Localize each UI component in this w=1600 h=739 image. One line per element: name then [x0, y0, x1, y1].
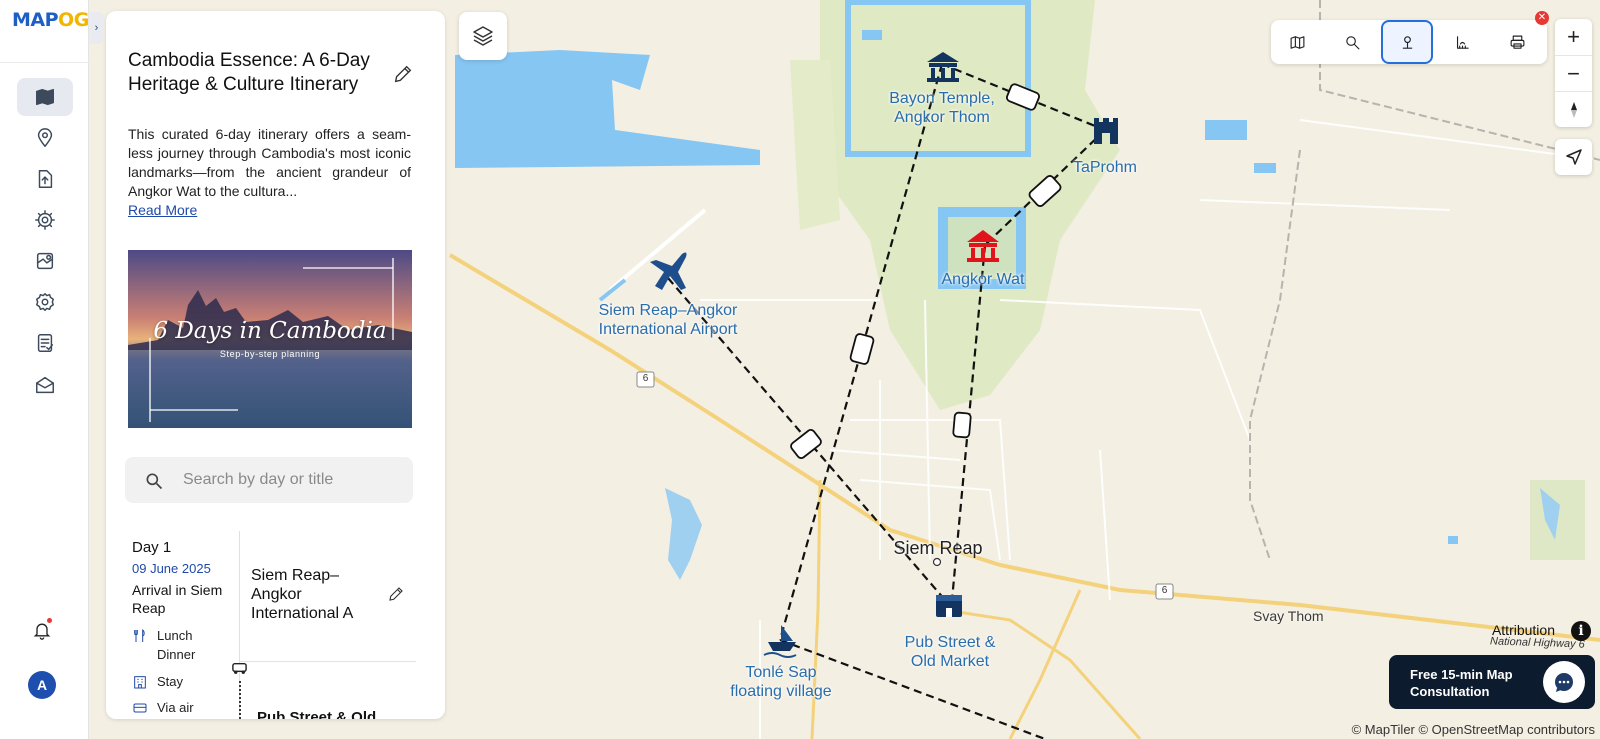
location-pin-icon [37, 128, 53, 147]
day-search-box[interactable] [125, 457, 413, 503]
pubstreet-label: Pub Street & Old Market [904, 634, 996, 670]
rail-location-button[interactable] [17, 119, 73, 157]
mapog-logo[interactable]: MAPOG [12, 9, 89, 31]
stay-label: Stay [157, 674, 184, 689]
cover-image: 6 Days in Cambodia Step-by-step planning [128, 250, 412, 428]
navigation-arrow-icon [1565, 149, 1582, 165]
cover-title: 6 Days in Cambodia [153, 318, 387, 344]
itinerary-description: This curated 6-day itinerary offers a se… [128, 126, 411, 199]
bayon-label: Bayon Temple, Angkor Thom [889, 90, 995, 126]
day-date: 09 June 2025 [132, 561, 211, 576]
cutlery-icon [134, 629, 145, 642]
search-icon [146, 473, 163, 490]
day-arrival: Arrival in Siem Reap [132, 582, 223, 616]
transport-label: Via air [157, 700, 194, 715]
read-more-link[interactable]: Read More [128, 202, 197, 218]
map-icon [36, 88, 54, 106]
meal-lunch: Lunch [157, 628, 193, 643]
marker-tool[interactable] [1381, 20, 1433, 64]
compass-button[interactable] [1555, 91, 1592, 127]
map-view-icon [1290, 35, 1304, 49]
angkorwat-label: Angkor Wat [941, 271, 1025, 288]
pin-icon [1402, 35, 1412, 49]
edit-stop-button[interactable] [387, 585, 405, 603]
stop-title[interactable]: Siem Reap–Angkor International A [251, 566, 371, 623]
airport-label: Siem Reap–Angkor International Airport [598, 302, 738, 338]
report-icon [37, 334, 54, 352]
measure-icon [1456, 35, 1469, 49]
road-shield: 6 [1161, 585, 1168, 596]
print-tool[interactable] [1491, 20, 1543, 64]
attribution-label: Attribution [1491, 622, 1555, 638]
map-toolbar [1271, 20, 1547, 64]
taprohm-label: TaProhm [1072, 159, 1138, 176]
print-icon [1510, 35, 1524, 49]
zoom-out-button[interactable]: − [1555, 55, 1592, 91]
car-icon [952, 411, 972, 439]
info-icon[interactable]: i [1571, 621, 1591, 641]
taprohm-marker-icon [1094, 118, 1118, 144]
pencil-icon [394, 65, 412, 83]
chat-icon [1543, 661, 1585, 703]
compass-icon [1570, 101, 1577, 118]
day-label: Day 1 [132, 539, 172, 556]
zoom-in-button[interactable]: + [1555, 19, 1592, 55]
transport-icon [133, 703, 147, 713]
settings-icon [36, 293, 54, 311]
map-copyright: © MapTiler © OpenStreetMap contributors [1351, 722, 1595, 737]
road-shield: 6 [642, 373, 649, 384]
locate-control [1555, 139, 1592, 175]
day-search-input[interactable] [183, 457, 403, 503]
rail-share-button[interactable] [17, 366, 73, 404]
share-map-icon [36, 376, 54, 394]
panel-collapse-button[interactable]: › [89, 12, 104, 44]
hotel-icon [134, 676, 146, 689]
edit-title-button[interactable] [392, 63, 414, 85]
day-summary[interactable]: Day 1 09 June 2025 Arrival in Siem Reap [132, 539, 242, 617]
notifications-button[interactable] [28, 616, 56, 644]
rail-report-button[interactable] [17, 324, 73, 362]
locate-button[interactable] [1555, 139, 1592, 175]
next-stop-title[interactable]: Pub Street & Old [257, 709, 376, 719]
map-edit-icon [36, 252, 54, 270]
map-view-tool[interactable] [1271, 20, 1323, 64]
stay-row: Stay [132, 672, 183, 691]
itinerary-title: Cambodia Essence: A 6-Day Heritage & Cul… [128, 50, 370, 95]
itinerary-panel: Cambodia Essence: A 6-Day Heritage & Cul… [106, 11, 445, 719]
rail-analysis-button[interactable] [17, 201, 73, 239]
user-avatar[interactable]: A [28, 671, 56, 699]
layers-button[interactable] [459, 12, 507, 60]
measure-tool[interactable] [1436, 20, 1488, 64]
svaythom-label: Svay Thom [1253, 608, 1324, 624]
pubstreet-marker-icon [936, 595, 962, 617]
consultation-button[interactable]: Free 15-min Map Consultation [1389, 655, 1595, 709]
pencil-icon [389, 587, 403, 601]
zoom-controls: + − [1555, 19, 1592, 127]
siemreap-label: Siem Reap [893, 538, 983, 558]
search-tool[interactable] [1326, 20, 1378, 64]
bell-icon [33, 623, 51, 640]
left-rail: MAPOG A [0, 0, 89, 739]
rail-settings-button[interactable] [17, 283, 73, 321]
meals-row: Lunch Dinner [132, 626, 195, 664]
meal-dinner: Dinner [157, 647, 196, 662]
close-toolbar-button[interactable]: ✕ [1535, 11, 1549, 25]
upload-icon [38, 170, 53, 188]
analysis-gear-icon [35, 210, 55, 230]
notification-dot [47, 618, 52, 623]
transport-row: Via air [132, 698, 194, 717]
layers-icon [473, 26, 493, 46]
search-icon [1345, 35, 1359, 49]
cover-subtitle: Step-by-step planning [219, 349, 321, 359]
rail-map-button[interactable] [17, 78, 73, 116]
tonlesap-label: Tonlé Sap floating village [730, 664, 832, 700]
rail-upload-button[interactable] [17, 160, 73, 198]
rail-mapedit-button[interactable] [17, 242, 73, 280]
